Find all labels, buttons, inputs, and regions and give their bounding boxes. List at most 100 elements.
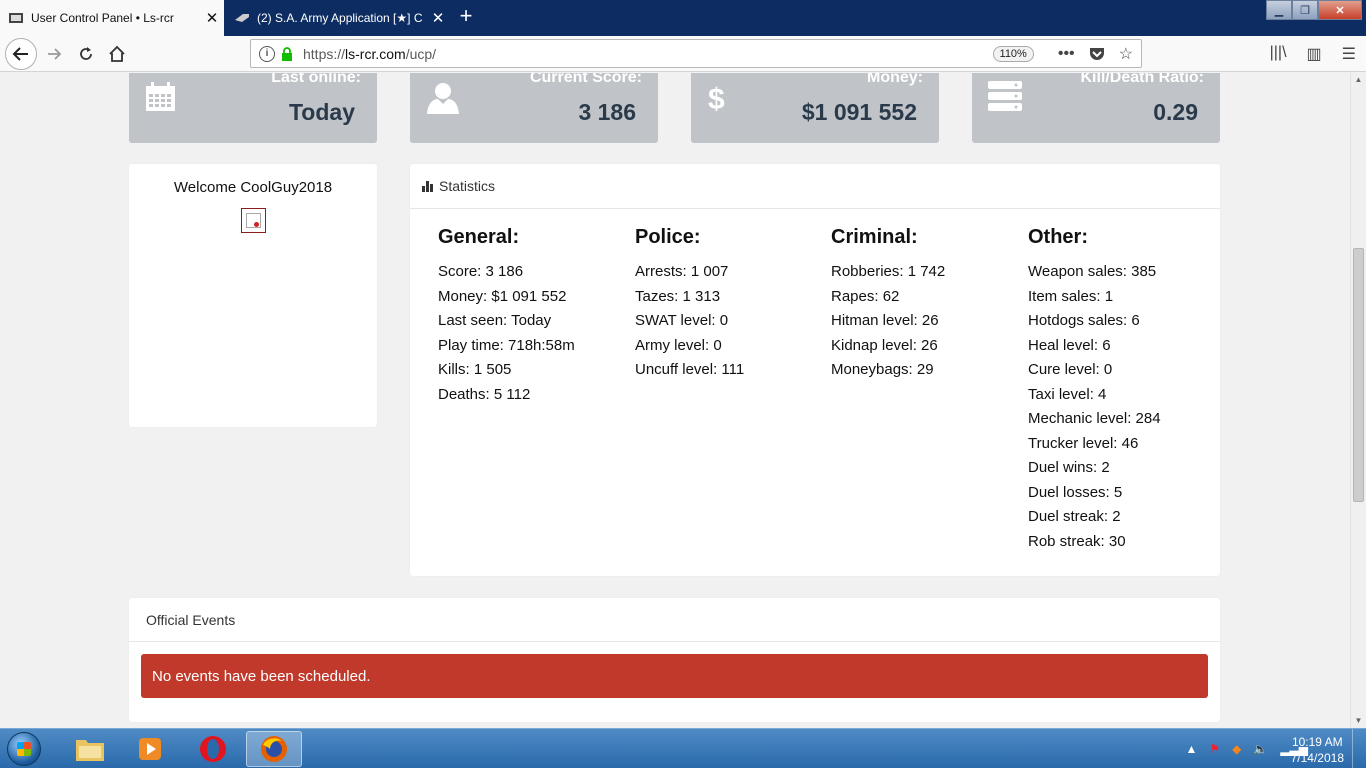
tab-user-control-panel[interactable]: User Control Panel • Ls-rcr ✕ (0, 0, 224, 36)
stat-value: $1 091 552 (801, 99, 917, 125)
calendar-icon (146, 82, 175, 111)
other-stat-item: Item sales: 1 (1028, 287, 1114, 305)
metamask-fox-icon[interactable]: ◆ (1232, 742, 1241, 756)
police-stat-item: Arrests: 1 007 (635, 263, 729, 280)
zoom-level-badge[interactable]: 110% (992, 45, 1034, 62)
show-hidden-icons-icon[interactable]: ▲ (1185, 742, 1197, 756)
other-stat-item: Duel losses: 5 (1028, 483, 1123, 501)
page-content: Last online: Today Current Score: 3 186 … (0, 73, 1350, 728)
start-button[interactable] (7, 732, 41, 766)
pocket-icon[interactable] (1089, 46, 1105, 62)
statistics-header: Statistics (410, 164, 1220, 209)
bar-chart-icon (422, 180, 433, 192)
other-stat-item: Weapon sales: 385 (1028, 263, 1157, 280)
windows-taskbar: ▲ ⚑ ◆ 🔈 ▂▃▅ 10:19 AM 7/14/2018 (0, 728, 1366, 768)
other-stat-item: Rob streak: 30 (1028, 532, 1126, 550)
criminal-stat-item: Robberies: 1 742 (831, 263, 946, 280)
general-stat-item: Money: $1 091 552 (438, 287, 567, 305)
other-heading: Other: (1028, 226, 1088, 248)
library-icon[interactable]: |||\ (1270, 44, 1287, 64)
stat-box-money: $ Money: $1 091 552 (691, 73, 939, 143)
server-icon (988, 81, 1022, 111)
reload-icon (80, 47, 92, 60)
scroll-down-arrow-icon[interactable]: ▼ (1351, 714, 1366, 728)
volume-icon[interactable]: 🔈 (1253, 742, 1268, 756)
police-column: Police: Arrests: 1 007 Tazes: 1 313 SWAT l… (635, 226, 825, 383)
firefox-icon (261, 736, 287, 762)
scrollbar-thumb[interactable] (1353, 248, 1364, 502)
action-center-flag-icon[interactable]: ⚑ (1209, 742, 1220, 756)
other-stat-item: Cure level: 0 (1028, 361, 1113, 378)
statistics-card: Statistics General: Score: 3 186 Money: $… (410, 164, 1220, 576)
stat-box-last-online: Last online: Today (129, 73, 377, 143)
dollar-icon: $ (708, 83, 725, 115)
criminal-stat-item: Moneybags: 29 (831, 361, 934, 378)
system-tray: ▲ ⚑ ◆ 🔈 ▂▃▅ (1185, 729, 1308, 768)
criminal-stat-item: Hitman level: 26 (831, 312, 939, 329)
page-scrollbar[interactable]: ▲ ▼ (1350, 73, 1366, 728)
reload-button[interactable] (72, 40, 100, 68)
avatar (240, 208, 266, 233)
new-tab-button[interactable]: + (455, 4, 477, 30)
other-stat-item: Heal level: 6 (1028, 336, 1111, 354)
sidebar-icon[interactable]: ▥ (1307, 44, 1322, 64)
system-clock[interactable]: 10:19 AM 7/14/2018 (1291, 734, 1344, 766)
url-host: ls-rcr.com (345, 45, 406, 62)
show-desktop-button[interactable] (1352, 729, 1366, 768)
lock-icon[interactable] (281, 46, 293, 61)
other-list: Weapon sales: 385 Item sales: 1 Hotdogs sa… (1028, 260, 1218, 554)
address-bar[interactable]: i https://ls-rcr.com/ucp/ 110% ••• ☆ (250, 39, 1142, 68)
navigation-toolbar: i https://ls-rcr.com/ucp/ 110% ••• ☆ |||… (0, 36, 1366, 72)
general-stat-item: Play time: 718h:58m (438, 336, 575, 354)
window-close-button[interactable]: ✕ (1318, 0, 1362, 20)
tab-title: User Control Panel • Ls-rcr (31, 11, 174, 25)
url-text[interactable]: https://ls-rcr.com/ucp/ (303, 46, 993, 62)
tab-army-application[interactable]: (2) S.A. Army Application [★] C ✕ (226, 0, 450, 36)
close-tab-icon[interactable]: ✕ (200, 9, 224, 27)
windows-logo-icon (17, 742, 31, 756)
taskbar-opera[interactable] (185, 731, 241, 767)
welcome-card: Welcome CoolGuy2018 (129, 164, 377, 427)
police-stat-item: Tazes: 1 313 (635, 287, 721, 305)
stat-label: Money: (867, 73, 923, 86)
url-scheme: https:// (303, 45, 346, 62)
site-info-icon[interactable]: i (259, 45, 275, 62)
no-events-alert: No events have been scheduled. (141, 654, 1208, 698)
events-title: Official Events (146, 611, 236, 628)
police-heading: Police: (635, 226, 701, 248)
taskbar-firefox[interactable] (246, 731, 302, 767)
tab-strip: User Control Panel • Ls-rcr ✕ (2) S.A. A… (0, 0, 1366, 36)
general-list: Score: 3 186 Money: $1 091 552 Last seen: … (438, 260, 628, 407)
police-stat-item: Army level: 0 (635, 336, 722, 354)
criminal-column: Criminal: Robberies: 1 742 Rapes: 62 Hitma… (831, 226, 1021, 383)
taskbar-media-player[interactable] (122, 731, 178, 767)
page-actions-icon[interactable]: ••• (1058, 45, 1075, 63)
clock-time: 10:19 AM (1291, 735, 1343, 749)
maximize-button[interactable]: ❐ (1292, 0, 1318, 20)
minimize-button[interactable]: ▁ (1266, 0, 1292, 20)
site-favicon-icon (9, 13, 23, 23)
welcome-text: Welcome CoolGuy2018 (173, 179, 333, 196)
back-button[interactable] (5, 38, 37, 70)
media-player-icon (139, 738, 161, 760)
scroll-up-arrow-icon[interactable]: ▲ (1351, 73, 1366, 87)
general-column: General: Score: 3 186 Money: $1 091 552 La… (438, 226, 628, 407)
stat-value: Today (288, 99, 355, 125)
police-stat-item: Uncuff level: 111 (635, 361, 745, 378)
criminal-stat-item: Kidnap level: 26 (831, 336, 938, 354)
police-list: Arrests: 1 007 Tazes: 1 313 SWAT level: 0 A… (635, 260, 825, 383)
bookmark-star-icon[interactable]: ☆ (1119, 44, 1133, 64)
home-button[interactable] (103, 40, 131, 68)
folder-icon (76, 740, 104, 761)
taskbar-explorer[interactable] (62, 731, 118, 767)
stat-label: Kill/Death Ratio: (1080, 73, 1204, 86)
svg-text:$: $ (708, 83, 725, 115)
url-path: /ucp/ (405, 45, 437, 62)
other-stat-item: Taxi level: 4 (1028, 385, 1107, 403)
forward-button[interactable] (40, 40, 68, 68)
close-tab-icon[interactable]: ✕ (426, 9, 450, 27)
statistics-title: Statistics (439, 178, 496, 194)
general-stat-item: Deaths: 5 112 (438, 385, 531, 403)
other-stat-item: Trucker level: 46 (1028, 434, 1139, 452)
menu-icon[interactable]: ☰ (1342, 44, 1356, 64)
